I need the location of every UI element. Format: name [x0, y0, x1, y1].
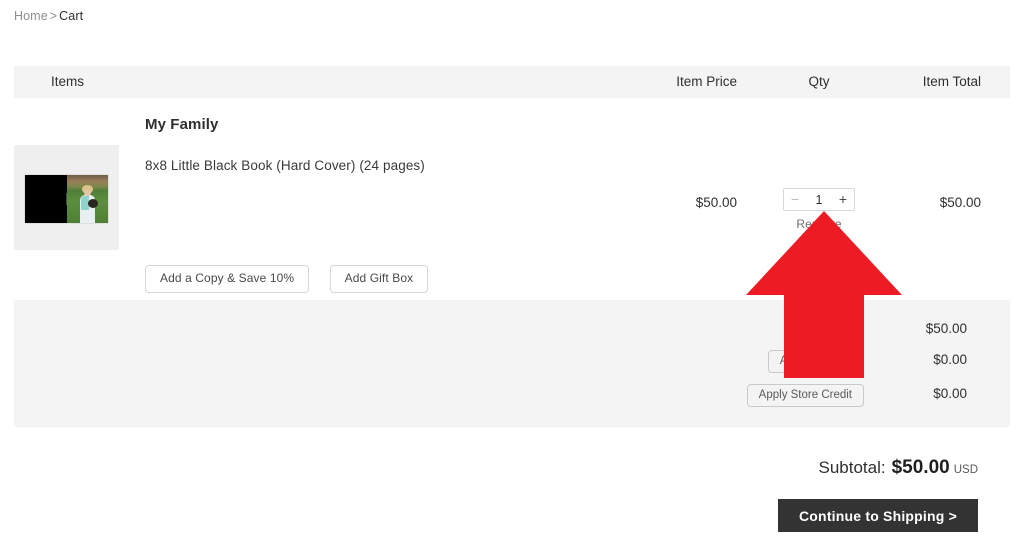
- photo-puppy: [88, 199, 98, 208]
- summary-item-total-label: Item Total: [574, 316, 864, 342]
- column-header-item-price: Item Price: [654, 66, 737, 98]
- product-thumbnail[interactable]: [14, 145, 119, 250]
- breadcrumb-current: Cart: [59, 9, 83, 23]
- quantity-value: 1: [806, 193, 832, 207]
- breadcrumb-separator: >: [48, 9, 59, 23]
- subtotal-amount: $50.00: [892, 457, 950, 478]
- table-row: My Family 8x8 Little Black Book (Hard Co…: [14, 98, 1010, 288]
- summary-row-store-credit: Apply Store Credit $0.00: [14, 381, 1010, 407]
- product-action-buttons: Add a Copy & Save 10% Add Gift Box: [145, 265, 428, 293]
- apply-coupon-button[interactable]: Apply Coupon: [768, 350, 864, 373]
- column-header-items: Items: [51, 66, 84, 98]
- summary-store-credit-amount: $0.00: [880, 381, 967, 407]
- subtotal-label: Subtotal:: [818, 458, 885, 477]
- cart-table: Items Item Price Qty Item Total My Famil…: [14, 66, 1010, 288]
- subtotal-currency: USD: [954, 464, 978, 476]
- column-header-item-total: Item Total: [894, 66, 981, 98]
- quantity-stepper[interactable]: − 1 +: [783, 188, 855, 211]
- product-description: 8x8 Little Black Book (Hard Cover) (24 p…: [145, 158, 425, 173]
- apply-coupon-cell: Apply Coupon: [574, 347, 864, 373]
- summary-row-item-total: Item Total $50.00: [14, 316, 1010, 342]
- continue-to-shipping-button[interactable]: Continue to Shipping >: [778, 499, 978, 532]
- remove-item-link[interactable]: Remove: [774, 217, 864, 231]
- add-gift-box-button[interactable]: Add Gift Box: [330, 265, 429, 293]
- book-photo-page: [67, 175, 108, 223]
- breadcrumb: Home>Cart: [14, 8, 83, 24]
- column-header-qty: Qty: [774, 66, 864, 98]
- book-cover-black: [25, 175, 67, 223]
- apply-store-credit-button[interactable]: Apply Store Credit: [747, 384, 864, 407]
- book-preview-image: [25, 175, 108, 223]
- add-a-copy-button[interactable]: Add a Copy & Save 10%: [145, 265, 309, 293]
- item-total-value: $50.00: [894, 195, 981, 210]
- quantity-cell: − 1 + Remove: [774, 188, 864, 231]
- photo-child-face: [84, 189, 91, 196]
- decrement-quantity-button[interactable]: −: [784, 189, 806, 210]
- summary-row-coupon: Apply Coupon $0.00: [14, 347, 1010, 373]
- apply-store-credit-cell: Apply Store Credit: [574, 381, 864, 407]
- summary-item-total-amount: $50.00: [880, 316, 967, 342]
- summary-coupon-amount: $0.00: [880, 347, 967, 373]
- product-title[interactable]: My Family: [145, 116, 218, 133]
- increment-quantity-button[interactable]: +: [832, 189, 854, 210]
- subtotal: Subtotal: $50.00 USD: [610, 457, 978, 479]
- item-price-value: $50.00: [654, 195, 737, 210]
- breadcrumb-home-link[interactable]: Home: [14, 9, 48, 23]
- order-summary: Item Total $50.00 Apply Coupon $0.00 App…: [14, 300, 1010, 427]
- cart-table-header: Items Item Price Qty Item Total: [14, 66, 1010, 98]
